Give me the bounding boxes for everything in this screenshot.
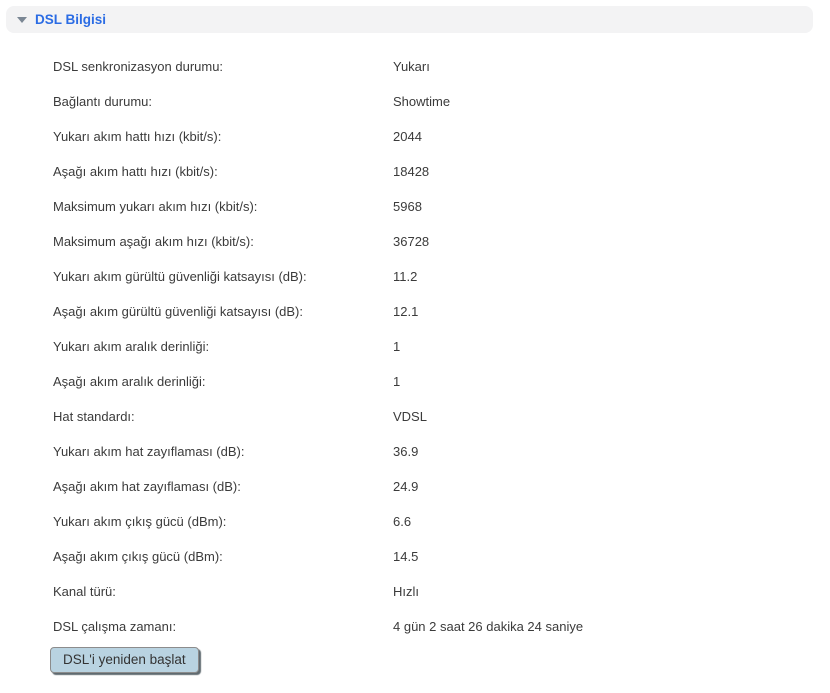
info-row: Kanal türü: Hızlı [53,574,830,609]
row-value: 36.9 [393,444,419,459]
info-row: Yukarı akım çıkış gücü (dBm): 6.6 [53,504,830,539]
row-label: Yukarı akım gürültü güvenliği katsayısı … [53,269,307,284]
info-row: Maksimum aşağı akım hızı (kbit/s): 36728 [53,224,830,259]
info-row: Yukarı akım aralık derinliği: 1 [53,329,830,364]
row-value: Yukarı [393,59,430,74]
row-label: DSL senkronizasyon durumu: [53,59,224,74]
row-value: 18428 [393,164,430,179]
row-value: 12.1 [393,304,419,319]
row-label: Aşağı akım gürültü güvenliği katsayısı (… [53,304,304,319]
row-label: Maksimum aşağı akım hızı (kbit/s): [53,234,254,249]
row-label: DSL çalışma zamanı: [53,619,177,634]
row-value: 36728 [393,234,430,249]
row-value: 6.6 [393,514,412,529]
panel-title: DSL Bilgisi [35,12,107,27]
info-row: Aşağı akım hat zayıflaması (dB): 24.9 [53,469,830,504]
row-label: Aşağı akım aralık derinliği: [53,374,206,389]
info-row: Maksimum yukarı akım hızı (kbit/s): 5968 [53,189,830,224]
row-label: Yukarı akım çıkış gücü (dBm): [53,514,227,529]
info-row: Aşağı akım aralık derinliği: 1 [53,364,830,399]
row-label: Yukarı akım hattı hızı (kbit/s): [53,129,222,144]
row-label: Aşağı akım hat zayıflaması (dB): [53,479,241,494]
collapse-triangle-down-icon [17,17,27,23]
row-value: VDSL [393,409,427,424]
row-value: 2044 [393,129,422,144]
info-row: Yukarı akım hattı hızı (kbit/s): 2044 [53,119,830,154]
row-value: 5968 [393,199,422,214]
row-value: 1 [393,374,401,389]
row-label: Aşağı akım hattı hızı (kbit/s): [53,164,218,179]
row-value: 1 [393,339,401,354]
row-value: 24.9 [393,479,419,494]
info-row: DSL senkronizasyon durumu: Yukarı [53,49,830,84]
row-label: Hat standardı: [53,409,135,424]
restart-dsl-button[interactable]: DSL'i yeniden başlat [50,647,199,673]
info-row: Aşağı akım hattı hızı (kbit/s): 18428 [53,154,830,189]
dsl-info-panel: DSL Bilgisi DSL senkronizasyon durumu: Yu… [0,6,830,693]
row-value: 4 gün 2 saat 26 dakika 24 saniye [393,619,584,634]
info-row: Yukarı akım hat zayıflaması (dB): 36.9 [53,434,830,469]
row-label: Maksimum yukarı akım hızı (kbit/s): [53,199,258,214]
row-label: Bağlantı durumu: [53,94,153,109]
row-label: Yukarı akım aralık derinliği: [53,339,210,354]
info-row: Hat standardı: VDSL [53,399,830,434]
info-row: Aşağı akım gürültü güvenliği katsayısı (… [53,294,830,329]
row-label: Kanal türü: [53,584,116,599]
row-value: Hızlı [393,584,419,599]
info-row: Bağlantı durumu: Showtime [53,84,830,119]
info-row: Yukarı akım gürültü güvenliği katsayısı … [53,259,830,294]
row-value: Showtime [393,94,451,109]
dsl-info-rows: DSL senkronizasyon durumu: Yukarı Bağlantı… [0,33,830,644]
info-row: Aşağı akım çıkış gücü (dBm): 14.5 [53,539,830,574]
dsl-info-section-header[interactable]: DSL Bilgisi [6,6,813,33]
row-value: 11.2 [393,269,418,284]
row-label: Yukarı akım hat zayıflaması (dB): [53,444,245,459]
row-label: Aşağı akım çıkış gücü (dBm): [53,549,223,564]
row-value: 14.5 [393,549,419,564]
info-row: DSL çalışma zamanı: 4 gün 2 saat 26 dakik… [53,609,830,644]
